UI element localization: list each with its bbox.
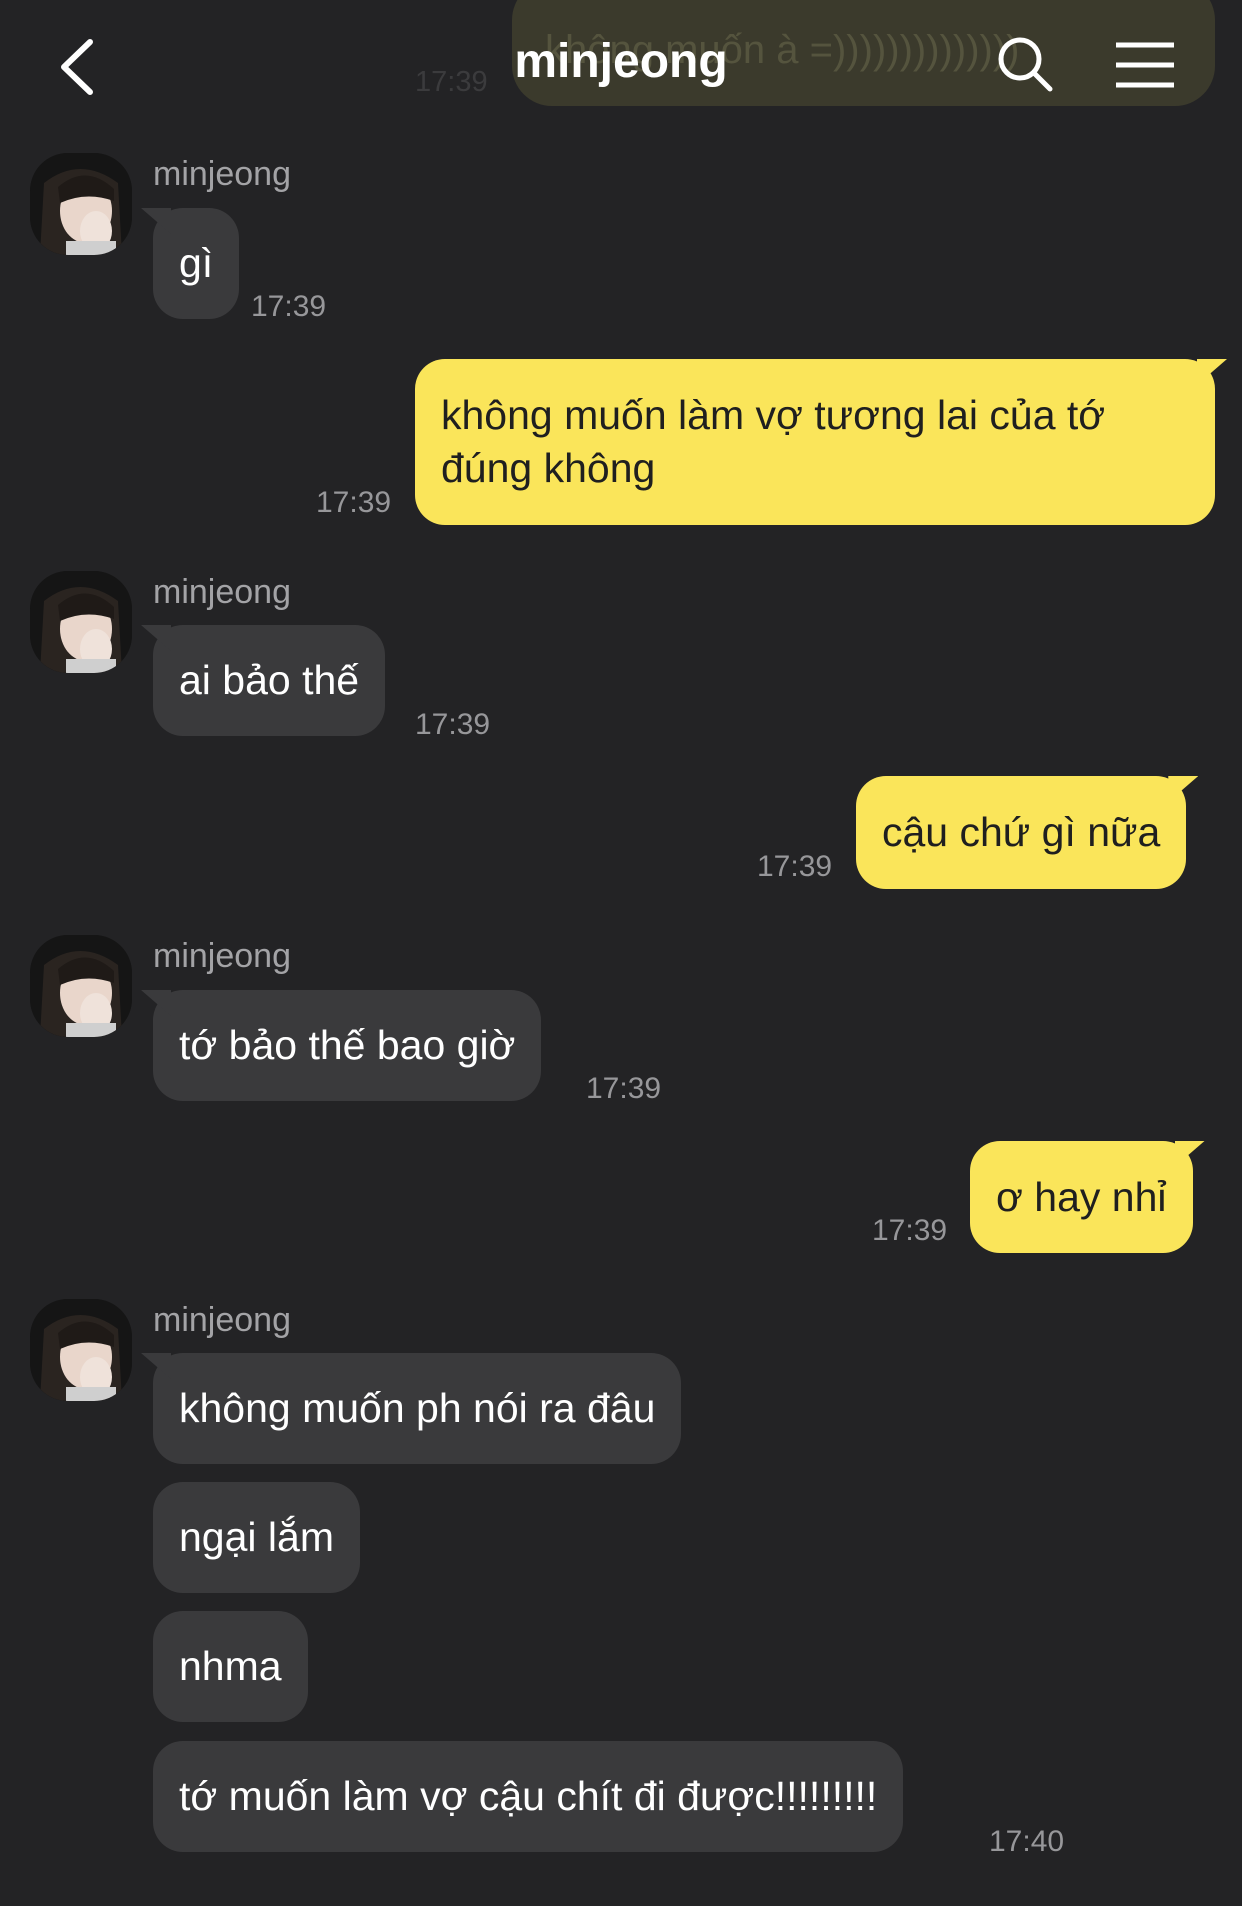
message-time: 17:40 [989,1825,1065,1858]
message-text: tớ muốn làm vợ cậu chít đi được!!!!!!!!! [179,1773,878,1819]
incoming-message-bubble[interactable]: không muốn ph nói ra đâu [153,1353,682,1464]
hamburger-menu-icon[interactable] [1114,40,1176,90]
incoming-message-bubble[interactable]: tớ muốn làm vợ cậu chít đi được!!!!!!!!! [153,1741,904,1852]
sender-name: minjeong [153,155,291,193]
avatar[interactable] [30,935,132,1037]
outgoing-message-bubble[interactable]: ơ hay nhỉ [970,1141,1193,1253]
incoming-message-bubble[interactable]: ngại lắm [153,1482,360,1593]
message-text: ngại lắm [179,1514,334,1560]
incoming-message-bubble[interactable]: ai bảo thế [153,625,386,736]
incoming-message-bubble[interactable]: nhma [153,1611,308,1722]
message-text: cậu chứ gì nữa [882,809,1161,855]
sender-name: minjeong [153,573,291,611]
chat-title: minjeong [514,35,728,88]
message-text: ai bảo thế [179,657,360,703]
message-time: 17:39 [415,708,491,741]
sender-name: minjeong [153,937,291,975]
chat-header: không muốn à =)))))))))))))) 17:39 minje… [0,0,1242,130]
message-text: tớ bảo thế bao giờ [179,1022,516,1068]
incoming-message-bubble[interactable]: tớ bảo thế bao giờ [153,990,542,1101]
message-text: không muốn ph nói ra đâu [179,1385,656,1431]
message-time: 17:39 [586,1072,662,1105]
message-time: 17:39 [316,486,392,519]
avatar[interactable] [30,1299,132,1401]
message-text-line: không muốn làm vợ tương lai của tớ [441,392,1106,438]
outgoing-message-bubble[interactable]: cậu chứ gì nữa [856,776,1187,889]
outgoing-message-bubble[interactable]: không muốn làm vợ tương lai của tớ đúng … [415,359,1215,525]
message-text: nhma [179,1643,282,1689]
incoming-message-bubble[interactable]: gì [153,208,240,319]
search-icon[interactable] [996,35,1054,93]
message-time: 17:39 [757,850,833,883]
message-time: 17:39 [872,1214,948,1247]
message-text: ơ hay nhỉ [996,1174,1167,1220]
avatar[interactable] [30,571,132,673]
message-time: 17:39 [251,290,327,323]
message-text-line: đúng không [441,445,656,491]
message-text: gì [179,240,214,286]
avatar[interactable] [30,153,132,255]
sender-name: minjeong [153,1301,291,1339]
